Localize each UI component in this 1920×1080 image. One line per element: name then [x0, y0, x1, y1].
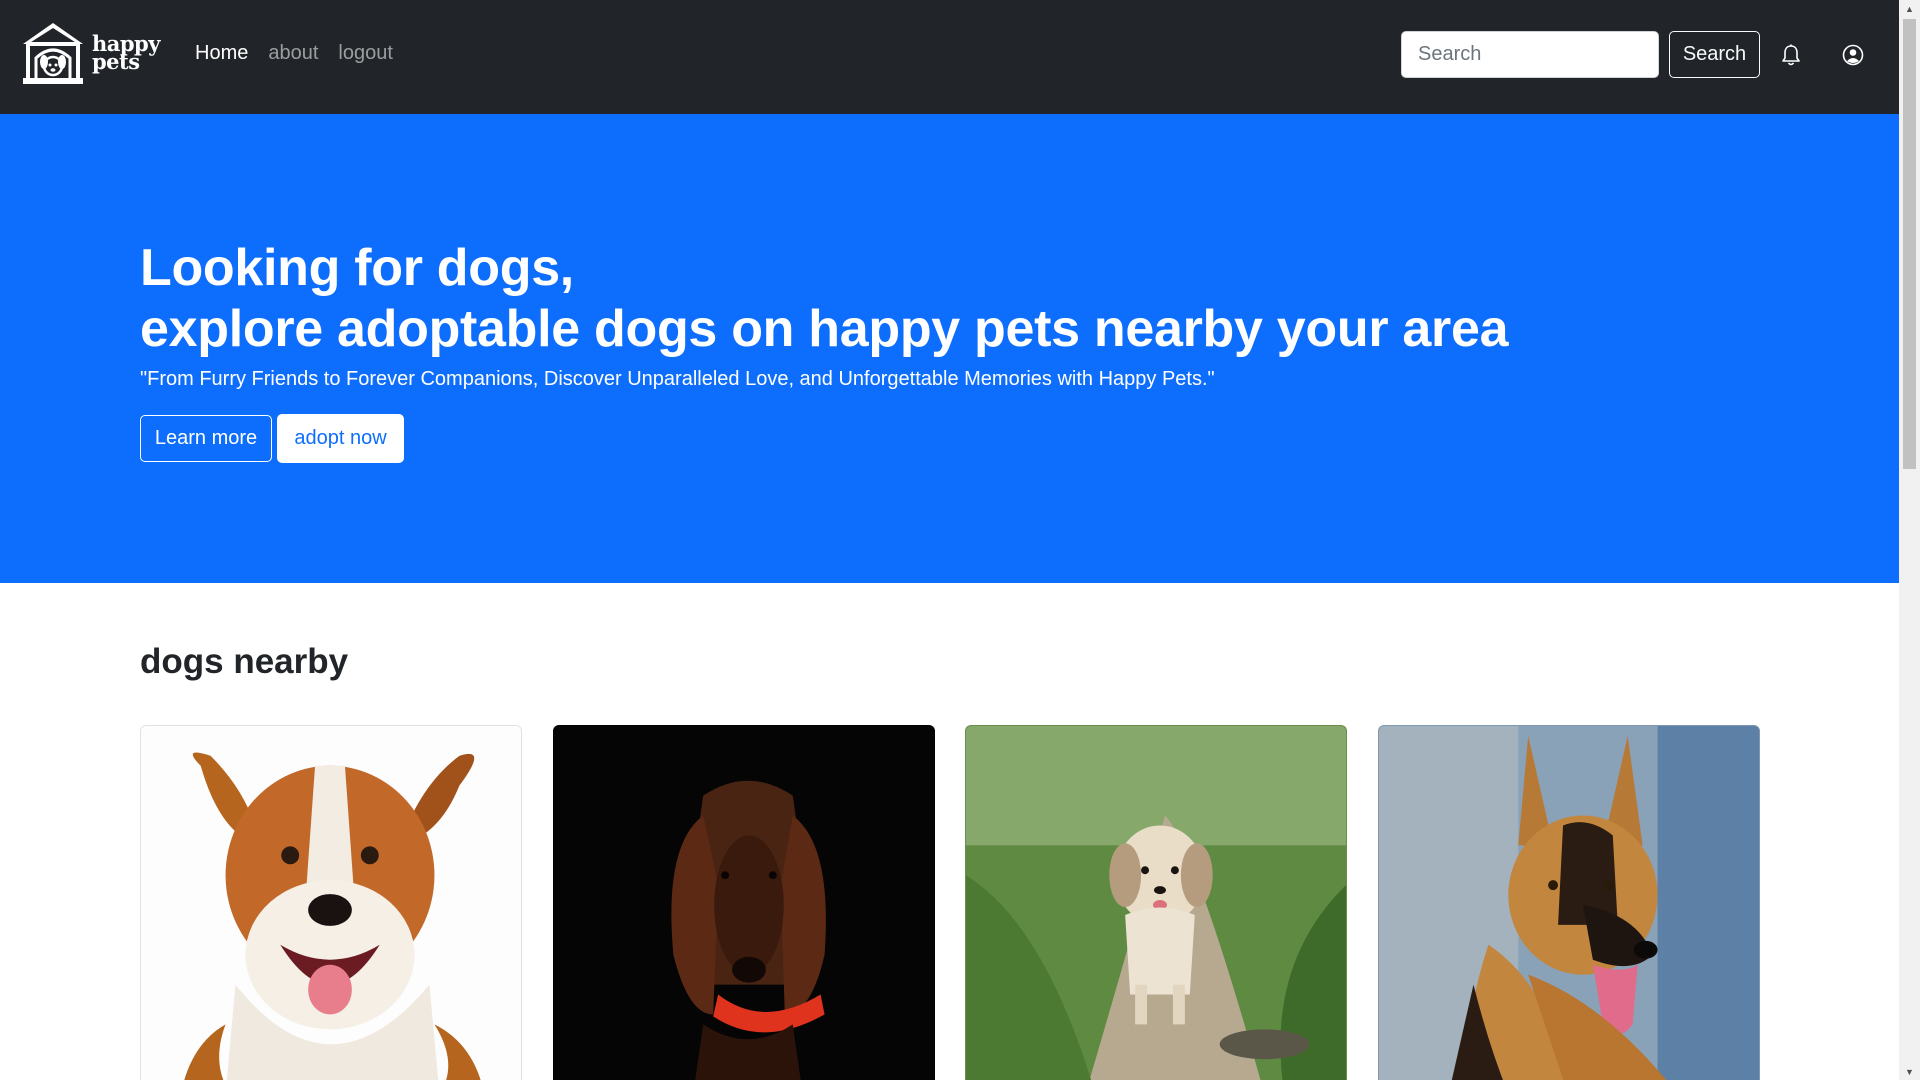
hero-title: Looking for dogs, explore adoptable dogs…	[140, 238, 1509, 360]
nav-link-logout[interactable]: logout	[338, 42, 393, 65]
page-scrollbar[interactable]: ▲ ▼	[1899, 0, 1920, 1080]
hero-title-line2: explore adoptable dogs on happy pets nea…	[140, 300, 1509, 358]
shih-tzu-walking-path-photo	[966, 726, 1346, 1080]
brand-logo[interactable]: happy pets	[20, 20, 160, 86]
dog-card[interactable]	[140, 725, 522, 1080]
nav-link-home[interactable]: Home	[195, 42, 248, 65]
top-navbar: happy pets Home about logout Search	[0, 0, 1899, 114]
search-button[interactable]: Search	[1669, 31, 1760, 78]
scroll-down-arrow-icon[interactable]: ▼	[1899, 1063, 1920, 1080]
brand-wordmark: happy pets	[92, 33, 160, 72]
irish-setter-red-collar-photo	[554, 726, 934, 1080]
user-circle-icon	[1842, 44, 1864, 66]
hero-quote: "From Furry Friends to Forever Companion…	[140, 368, 1215, 390]
happy-brown-white-puppy-photo	[141, 726, 521, 1080]
hero-title-line1: Looking for dogs,	[140, 239, 574, 297]
german-shepherd-photo	[1379, 726, 1759, 1080]
notifications-button[interactable]	[1777, 41, 1805, 69]
profile-button[interactable]	[1839, 41, 1867, 69]
nav-link-about[interactable]: about	[268, 42, 318, 65]
scrollbar-thumb[interactable]	[1903, 19, 1916, 469]
hero-banner: Looking for dogs, explore adoptable dogs…	[0, 114, 1899, 583]
doghouse-logo-icon	[23, 23, 83, 84]
scroll-up-arrow-icon[interactable]: ▲	[1899, 0, 1920, 17]
nav-links: Home about logout	[195, 42, 393, 65]
dog-card[interactable]	[553, 725, 935, 1080]
dog-card[interactable]	[965, 725, 1347, 1080]
bell-icon	[1782, 44, 1800, 66]
search-input[interactable]	[1401, 31, 1659, 78]
learn-more-button[interactable]: Learn more	[140, 415, 272, 462]
adopt-now-button[interactable]: adopt now	[277, 414, 404, 463]
dog-card[interactable]	[1378, 725, 1760, 1080]
section-title: dogs nearby	[140, 642, 349, 681]
